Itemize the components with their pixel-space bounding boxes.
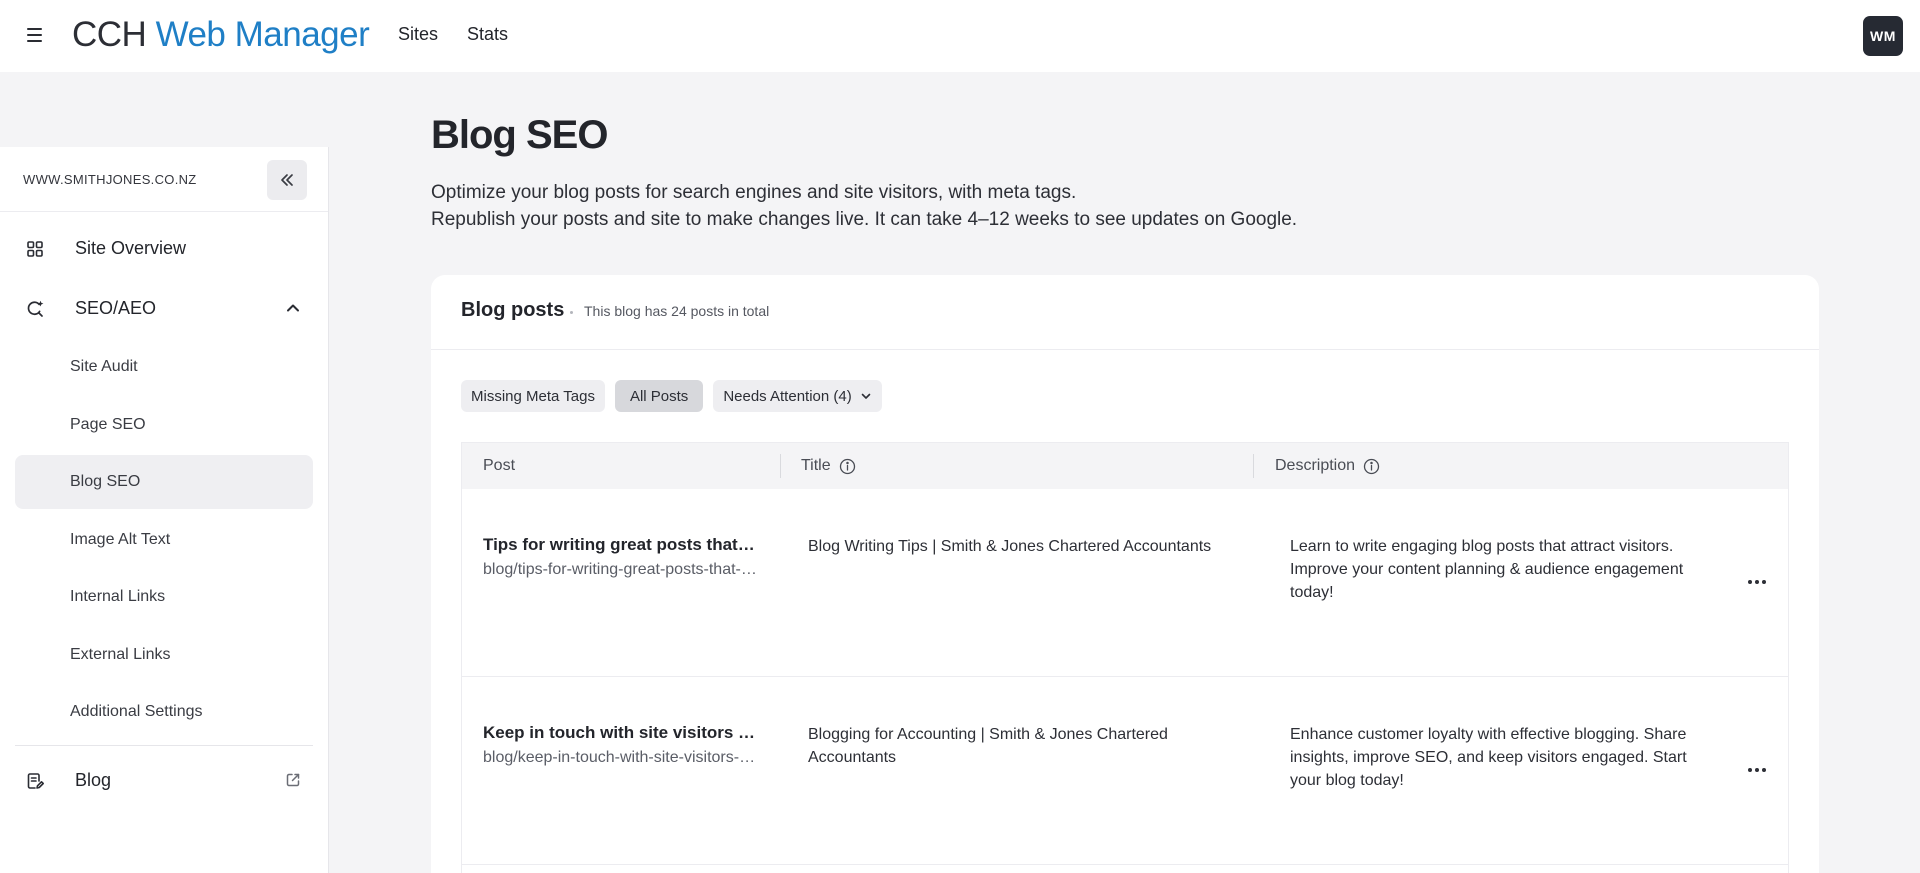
- column-divider[interactable]: [780, 454, 781, 478]
- meta-title[interactable]: Blogging for Accounting | Smith & Jones …: [808, 723, 1248, 769]
- sidebar-divider: [15, 745, 313, 746]
- chevron-down-icon: [861, 393, 871, 399]
- filter-bar: Missing Meta Tags All Posts Needs Attent…: [461, 380, 882, 412]
- site-url: WWW.SMITHJONES.CO.NZ: [23, 172, 197, 187]
- post-count-text: This blog has 24 posts in total: [584, 303, 770, 319]
- brand-logo[interactable]: CCH Web Manager: [72, 10, 370, 60]
- post-title[interactable]: Keep in touch with site visitors and cus…: [483, 723, 759, 743]
- page-description-line-2: Republish your posts and site to make ch…: [431, 209, 1298, 230]
- sidebar-item-page-seo[interactable]: Page SEO: [15, 398, 313, 452]
- sidebar-item-image-alt-text[interactable]: Image Alt Text: [15, 513, 313, 567]
- sidebar-item-external-links[interactable]: External Links: [15, 628, 313, 682]
- blog-posts-table: Post Title Description Tips for writing …: [461, 442, 1789, 873]
- filter-needs-attention-label: Needs Attention (4): [723, 387, 852, 405]
- table-header: Post Title Description: [462, 443, 1788, 489]
- table-row[interactable]: Tips for writing great posts that attrac…: [462, 489, 1788, 677]
- column-header-label: Title: [801, 457, 831, 474]
- info-icon[interactable]: [839, 458, 856, 475]
- column-header-post[interactable]: Post: [483, 457, 515, 475]
- sidebar-item-additional-settings[interactable]: Additional Settings: [15, 685, 313, 739]
- sidebar-item-label: Site Overview: [75, 237, 187, 258]
- top-nav: Sites Stats: [398, 24, 508, 45]
- sidebar-item-label: Page SEO: [70, 416, 146, 433]
- collapse-chevrons-icon: [281, 174, 293, 186]
- sidebar-item-label: Internal Links: [70, 588, 166, 605]
- meta-description[interactable]: Learn to write engaging blog posts that …: [1290, 535, 1720, 604]
- sidebar-item-blog-seo[interactable]: Blog SEO: [15, 455, 313, 509]
- external-link-icon[interactable]: [284, 771, 302, 789]
- sidebar-item-label: External Links: [70, 646, 171, 663]
- more-options-button[interactable]: [1742, 567, 1772, 597]
- info-icon[interactable]: [1363, 458, 1380, 475]
- post-slug: blog/keep-in-touch-with-site-visitors-an…: [483, 749, 759, 766]
- filter-missing-meta-tags[interactable]: Missing Meta Tags: [461, 380, 605, 412]
- column-divider[interactable]: [1253, 454, 1254, 478]
- card-header: Blog posts This blog has 24 posts in tot…: [431, 275, 1819, 350]
- separator-dot: [570, 311, 573, 314]
- sidebar-item-label: Blog SEO: [70, 473, 141, 490]
- post-title[interactable]: Tips for writing great posts that attrac…: [483, 535, 759, 555]
- column-header-description: Description: [1275, 457, 1380, 475]
- filter-all-posts[interactable]: All Posts: [614, 380, 704, 412]
- nav-link-stats[interactable]: Stats: [467, 24, 508, 45]
- column-header-title: Title: [801, 457, 856, 475]
- chevron-up-icon[interactable]: [284, 299, 302, 317]
- table-row[interactable]: [462, 865, 1788, 873]
- brand-name-web-manager: Web Manager: [155, 15, 370, 54]
- top-bar: CCH Web Manager Sites Stats WM: [0, 0, 1920, 72]
- hamburger-icon[interactable]: [27, 22, 49, 48]
- brand-name-cch: CCH: [72, 15, 147, 54]
- post-slug: blog/tips-for-writing-great-posts-that-a…: [483, 561, 759, 578]
- sidebar-item-seo-aeo[interactable]: SEO/AEO: [0, 283, 328, 333]
- page-title: Blog SEO: [431, 113, 608, 157]
- column-header-label: Description: [1275, 457, 1356, 474]
- filter-needs-attention-dropdown[interactable]: Needs Attention (4): [713, 380, 882, 412]
- blog-icon: [27, 773, 44, 789]
- sidebar-item-site-audit[interactable]: Site Audit: [15, 340, 313, 394]
- column-header-label: Post: [483, 457, 516, 474]
- seo-search-icon: [27, 300, 44, 317]
- more-options-button[interactable]: [1742, 755, 1772, 785]
- site-header: WWW.SMITHJONES.CO.NZ: [0, 147, 328, 212]
- page-description: Optimize your blog posts for search engi…: [431, 179, 1297, 233]
- collapse-sidebar-button[interactable]: [267, 160, 307, 200]
- meta-title[interactable]: Blog Writing Tips | Smith & Jones Charte…: [808, 535, 1248, 558]
- blog-posts-card: Blog posts This blog has 24 posts in tot…: [431, 275, 1819, 873]
- sidebar-item-internal-links[interactable]: Internal Links: [15, 570, 313, 624]
- card-title: Blog posts: [461, 299, 565, 321]
- sidebar-item-label: Blog: [75, 769, 112, 790]
- sidebar-item-site-overview[interactable]: Site Overview: [0, 223, 328, 273]
- sidebar-item-label: SEO/AEO: [75, 297, 157, 318]
- sidebar-item-label: Site Audit: [70, 358, 138, 375]
- page-description-line-1: Optimize your blog posts for search engi…: [431, 182, 1077, 203]
- user-avatar[interactable]: WM: [1863, 16, 1903, 56]
- sidebar-item-label: Image Alt Text: [70, 531, 171, 548]
- overview-grid-icon: [27, 241, 43, 257]
- sidebar: WWW.SMITHJONES.CO.NZ Site Overview SEO/A…: [0, 147, 329, 873]
- sidebar-item-blog[interactable]: Blog: [0, 755, 328, 805]
- meta-description[interactable]: Enhance customer loyalty with effective …: [1290, 723, 1720, 792]
- table-row[interactable]: Keep in touch with site visitors and cus…: [462, 677, 1788, 865]
- nav-link-sites[interactable]: Sites: [398, 24, 438, 45]
- sidebar-item-label: Additional Settings: [70, 703, 203, 720]
